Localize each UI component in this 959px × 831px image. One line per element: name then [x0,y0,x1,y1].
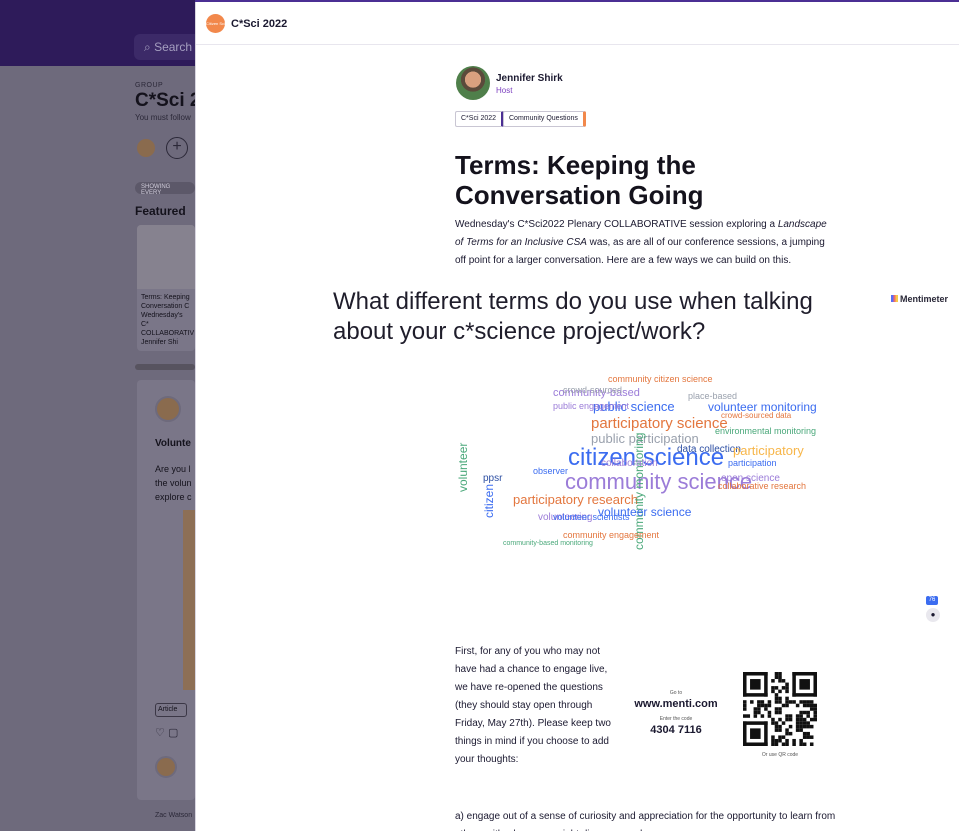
comment-avatar[interactable] [155,756,177,778]
mentimeter-logo-text: Mentimeter [900,294,949,304]
heart-icon[interactable]: ♡ [155,727,165,739]
mentimeter-icon [891,295,898,302]
tag-csci-2022[interactable]: C*Sci 2022 [455,111,505,127]
post-tag[interactable]: Article [155,703,187,717]
post-title[interactable]: Volunte [155,438,191,449]
post-excerpt: Are you l the volun explore c [155,462,192,504]
word-cloud-term: ppsr [483,473,503,484]
comment-icon[interactable]: ▢ [168,727,178,739]
code-label: Enter the code [659,716,693,722]
host-avatar[interactable] [456,66,490,100]
group-name[interactable]: C*Sci 2022 [231,18,287,30]
menti-code: 4304 7116 [650,724,702,736]
qr-caption: Or use QR code [761,752,799,758]
group-logo[interactable]: Citizen Sci [206,14,225,33]
article-title: Terms: Keeping the Conversation Going [455,150,704,210]
filter-badge[interactable]: SHOWING EVERY [135,182,195,196]
featured-heading: Featured [135,204,186,218]
participant-indicator: 76 ● [926,596,940,622]
host-name[interactable]: Jennifer Shirk [496,73,563,84]
host-role: Host [496,86,513,95]
search-placeholder: Search [154,40,193,54]
menti-url[interactable]: www.menti.com [621,698,731,710]
post-excerpt-line: Are you l [155,464,191,474]
article-intro: Wednesday's C*Sci2022 Plenary COLLABORAT… [455,216,835,270]
follow-notice: You must follow [135,113,191,122]
word-cloud-term: volunteer [456,442,470,492]
word-cloud-term: volunteer scientists [553,512,630,522]
word-cloud-term: community citizen science [608,374,713,384]
group-label: GROUP [135,82,164,89]
featured-card-image [137,225,195,289]
intro-text: Wednesday's C*Sci2022 Plenary COLLABORAT… [455,219,778,230]
word-cloud-term: participatory [733,443,804,458]
word-cloud-term: community-based monitoring [503,540,593,547]
avatar[interactable] [135,137,157,159]
post-modal: Citizen Sci C*Sci 2022 Jennifer Shirk Ho… [195,2,959,831]
featured-card[interactable]: Terms: Keeping Conversation C Wednesday'… [137,225,195,351]
word-cloud-term: crowd-sourced data [721,411,792,420]
word-cloud-term: participatory science [591,415,728,432]
word-cloud-term: data collection [677,444,741,455]
word-cloud-term: environmental monitoring [715,426,817,436]
goto-label: Go to [669,690,683,696]
word-cloud-term: observer [533,466,569,476]
post-actions: ♡ ▢ [155,726,178,739]
word-cloud-term: community engagement [563,530,660,540]
word-cloud-term: crowd-sourced [563,385,623,395]
featured-card-text: Terms: Keeping Conversation C Wednesday'… [141,294,195,346]
participant-count: 76 [926,596,938,605]
modal-header: Citizen Sci C*Sci 2022 [196,2,959,45]
next-post-author: Zac Watson [155,812,193,819]
menti-question: What different terms do you use when tal… [333,288,813,345]
carousel-scrollbar[interactable] [135,364,195,370]
word-cloud: citizen science community science particip… [443,370,817,600]
word-cloud-term: collaborative research [718,481,807,491]
person-icon: ● [926,608,940,622]
add-icon[interactable]: + [166,137,188,159]
post-image [183,510,195,690]
mentimeter-logo: Mentimeter [891,294,948,304]
post-excerpt-line: explore c [155,492,192,502]
word-cloud-term: collaboration [601,458,658,469]
word-cloud-term: citizen [482,483,496,518]
first-paragraph: First, for any of you who may not have h… [455,646,611,765]
post-excerpt-line: the volun [155,478,192,488]
menti-join-info: Go to www.menti.com Enter the code 4304 … [621,690,731,736]
word-cloud-term: public engagement [553,401,630,411]
word-cloud-term: place-based [688,391,738,401]
post-author-avatar[interactable] [155,396,181,422]
tag-community-questions[interactable]: Community Questions [503,111,586,127]
point-a: a) engage out of a sense of curiosity an… [455,811,836,831]
word-cloud-term: participation [728,458,777,468]
qr-code [743,672,817,746]
